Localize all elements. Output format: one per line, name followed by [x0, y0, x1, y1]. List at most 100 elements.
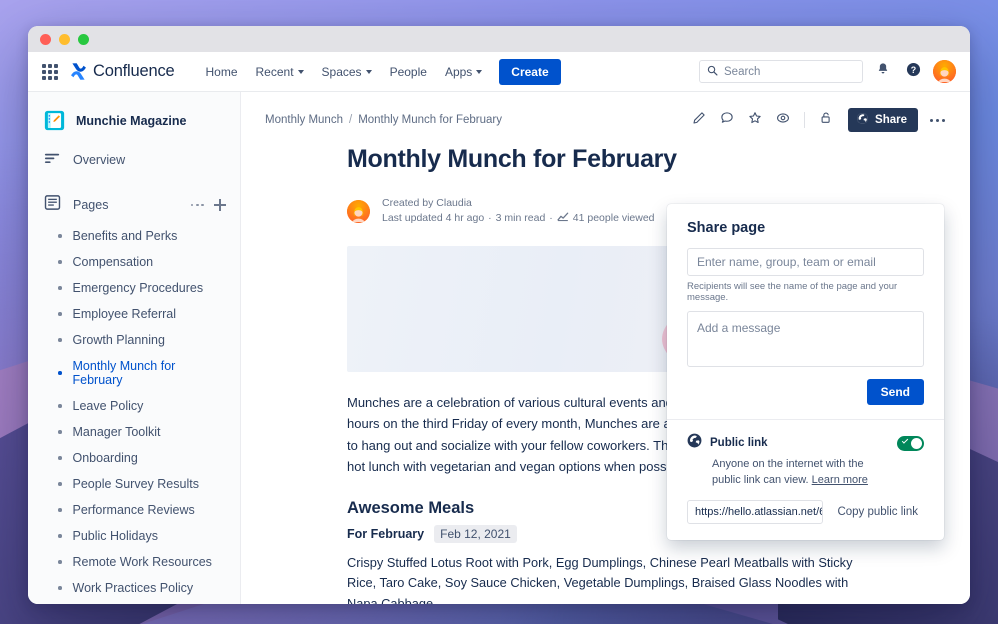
for-month-label: For February: [347, 526, 425, 541]
breadcrumb-bar: Monthly Munch / Monthly Munch for Februa…: [241, 92, 970, 132]
learn-more-link[interactable]: Learn more: [812, 474, 868, 486]
create-button[interactable]: Create: [499, 58, 561, 85]
share-message-input[interactable]: Add a message: [687, 311, 924, 367]
check-icon: [901, 437, 909, 444]
sidebar-page-label: Manager Toolkit: [72, 425, 161, 439]
public-link-toggle[interactable]: [897, 435, 924, 451]
pages-add-icon[interactable]: [214, 199, 226, 211]
bullet-icon: [58, 456, 62, 460]
sidebar-page-performance-reviews[interactable]: Performance Reviews: [28, 497, 240, 523]
sidebar-page-label: Employee Referral: [72, 307, 177, 321]
send-button[interactable]: Send: [866, 379, 924, 405]
sidebar-page-benefits-and-perks[interactable]: Benefits and Perks: [28, 223, 240, 249]
sidebar-page-compensation[interactable]: Compensation: [28, 249, 240, 275]
space-icon: [44, 110, 65, 131]
window-minimize-button[interactable]: [59, 33, 70, 45]
comment-icon: [720, 111, 734, 130]
nav-item-home-label: Home: [205, 64, 238, 79]
share-dialog: Share page Enter name, group, team or em…: [667, 204, 944, 540]
nav-item-people[interactable]: People: [381, 59, 436, 85]
breadcrumb-parent[interactable]: Monthly Munch: [265, 114, 343, 126]
nav-item-people-label: People: [389, 64, 427, 79]
bullet-icon: [58, 534, 62, 538]
share-recipient-input[interactable]: Enter name, group, team or email: [687, 248, 924, 276]
share-button[interactable]: Share: [848, 108, 918, 132]
bullet-icon: [58, 234, 62, 238]
share-dialog-top: Share page Enter name, group, team or em…: [667, 204, 944, 419]
sidebar-page-manager-toolkit[interactable]: Manager Toolkit: [28, 419, 240, 445]
sidebar-page-onboarding[interactable]: Onboarding: [28, 445, 240, 471]
space-sidebar: Munchie Magazine Overview Pages Benefits…: [28, 92, 241, 604]
sidebar-page-monthly-munch-for-february[interactable]: Monthly Munch for February: [28, 353, 240, 393]
copy-public-link-button[interactable]: Copy public link: [831, 502, 924, 522]
nav-item-apps-label: Apps: [444, 64, 473, 79]
toggle-knob: [911, 437, 922, 449]
bullet-icon: [58, 508, 62, 512]
breadcrumb-current[interactable]: Monthly Munch for February: [358, 114, 502, 126]
nav-item-apps[interactable]: Apps: [436, 59, 491, 85]
date-badge: Feb 12, 2021: [434, 524, 517, 543]
meta-dot: ·: [488, 212, 492, 225]
page-more-actions-button[interactable]: [924, 108, 950, 132]
nav-item-spaces-label: Spaces: [321, 64, 362, 79]
public-link-description: Anyone on the internet with the public l…: [687, 457, 892, 489]
author-avatar[interactable]: [347, 199, 370, 223]
chevron-down-icon: [476, 70, 483, 74]
nav-item-spaces[interactable]: Spaces: [313, 59, 381, 85]
byline-text: Created by Claudia Last updated 4 hr ago…: [382, 196, 655, 226]
sidebar-page-growth-planning[interactable]: Growth Planning: [28, 327, 240, 353]
app-grid-icon[interactable]: [42, 63, 58, 80]
bullet-icon: [58, 260, 62, 264]
star-page-button[interactable]: [743, 108, 767, 132]
sidebar-page-label: Benefits and Perks: [72, 229, 178, 243]
search-input[interactable]: Search: [699, 60, 863, 83]
space-header[interactable]: Munchie Magazine: [28, 106, 240, 131]
sidebar-item-pages[interactable]: Pages: [28, 187, 240, 223]
bullet-icon: [58, 338, 62, 342]
page-meta: Last updated 4 hr ago · 3 min read · 41 …: [382, 211, 655, 226]
help-button[interactable]: ?: [903, 62, 923, 82]
edit-page-button[interactable]: [687, 108, 711, 132]
bullet-icon: [58, 586, 62, 590]
sidebar-page-remote-work-resources[interactable]: Remote Work Resources: [28, 549, 240, 575]
globe-icon: [856, 112, 869, 128]
window-close-button[interactable]: [40, 33, 51, 45]
user-avatar[interactable]: [933, 60, 956, 83]
comment-button[interactable]: [715, 108, 739, 132]
confluence-logo[interactable]: Confluence: [70, 62, 175, 81]
window-maximize-button[interactable]: [78, 33, 89, 45]
browser-window: Confluence Home Recent Spaces People App…: [28, 26, 970, 604]
page-author: Created by Claudia: [382, 197, 472, 209]
meals-paragraph: Crispy Stuffed Lotus Root with Pork, Egg…: [347, 554, 853, 604]
pages-more-icon[interactable]: [190, 203, 204, 207]
restrictions-button[interactable]: [814, 108, 838, 132]
sidebar-page-employee-referral[interactable]: Employee Referral: [28, 301, 240, 327]
unlock-icon: [819, 111, 833, 130]
overview-icon: [44, 150, 61, 170]
sidebar-page-label: Leave Policy: [72, 399, 144, 413]
public-link-header: Public link: [687, 433, 924, 453]
nav-item-recent[interactable]: Recent: [247, 59, 313, 85]
page-last-updated: Last updated 4 hr ago: [382, 212, 485, 225]
bullet-icon: [58, 560, 62, 564]
sidebar-page-label: Public Holidays: [72, 529, 158, 543]
sidebar-item-overview-label: Overview: [73, 153, 126, 167]
analytics-icon: [557, 211, 569, 226]
nav-item-recent-label: Recent: [255, 64, 294, 79]
sidebar-page-work-practices-policy[interactable]: Work Practices Policy: [28, 575, 240, 601]
sidebar-page-people-survey-results[interactable]: People Survey Results: [28, 471, 240, 497]
sidebar-page-emergency-procedures[interactable]: Emergency Procedures: [28, 275, 240, 301]
bullet-icon: [58, 430, 62, 434]
public-link-url-input[interactable]: https://hello.atlassian.net/67: [687, 499, 824, 524]
share-recipient-hint: Recipients will see the name of the page…: [687, 281, 898, 303]
sidebar-item-overview[interactable]: Overview: [28, 143, 240, 177]
notifications-button[interactable]: [873, 62, 893, 82]
sidebar-page-leave-policy[interactable]: Leave Policy: [28, 393, 240, 419]
watch-page-button[interactable]: [771, 108, 795, 132]
nav-item-home[interactable]: Home: [196, 59, 246, 85]
public-link-section: Public link Anyone on the internet with …: [667, 420, 944, 540]
sidebar-page-public-holidays[interactable]: Public Holidays: [28, 523, 240, 549]
star-icon: [748, 111, 762, 130]
eye-icon: [776, 111, 790, 130]
brand-name: Confluence: [93, 62, 175, 80]
